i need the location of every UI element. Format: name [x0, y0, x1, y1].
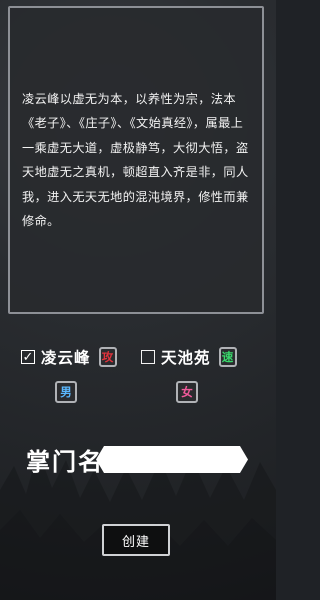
sect-attribute-badge: 速: [218, 347, 237, 367]
gender-badge-tianchiyuan: 女: [176, 381, 198, 403]
sect-name-label: 凌云峰: [41, 349, 91, 367]
gender-badge-lingyunfeng: 男: [55, 381, 77, 403]
master-name-field-wrapper: [96, 446, 248, 473]
sect-checkbox-lingyunfeng[interactable]: ✓: [21, 350, 35, 364]
create-button[interactable]: 创建: [102, 524, 170, 556]
create-sect-screen: 凌云峰以虚无为本，以养性为宗，法本《老子》、《庄子》、《文始真经》，属最上一乘虚…: [0, 0, 276, 600]
master-name-input[interactable]: [96, 446, 248, 473]
sect-attribute-badge: 攻: [98, 347, 117, 367]
sect-name-label: 天池苑: [161, 349, 211, 367]
master-name-label: 掌门名: [26, 447, 104, 476]
sect-option-tianchiyuan[interactable]: 天池苑 速: [141, 345, 237, 369]
forest-background: [0, 450, 276, 600]
master-name-row: 掌门名: [26, 440, 104, 478]
sect-description-panel: 凌云峰以虚无为本，以养性为宗，法本《老子》、《庄子》、《文始真经》，属最上一乘虚…: [8, 6, 264, 314]
sect-checkbox-tianchiyuan[interactable]: [141, 350, 155, 364]
sect-option-lingyunfeng[interactable]: ✓ 凌云峰 攻: [21, 345, 117, 369]
sect-description-text: 凌云峰以虚无为本，以养性为宗，法本《老子》、《庄子》、《文始真经》，属最上一乘虚…: [22, 91, 249, 229]
